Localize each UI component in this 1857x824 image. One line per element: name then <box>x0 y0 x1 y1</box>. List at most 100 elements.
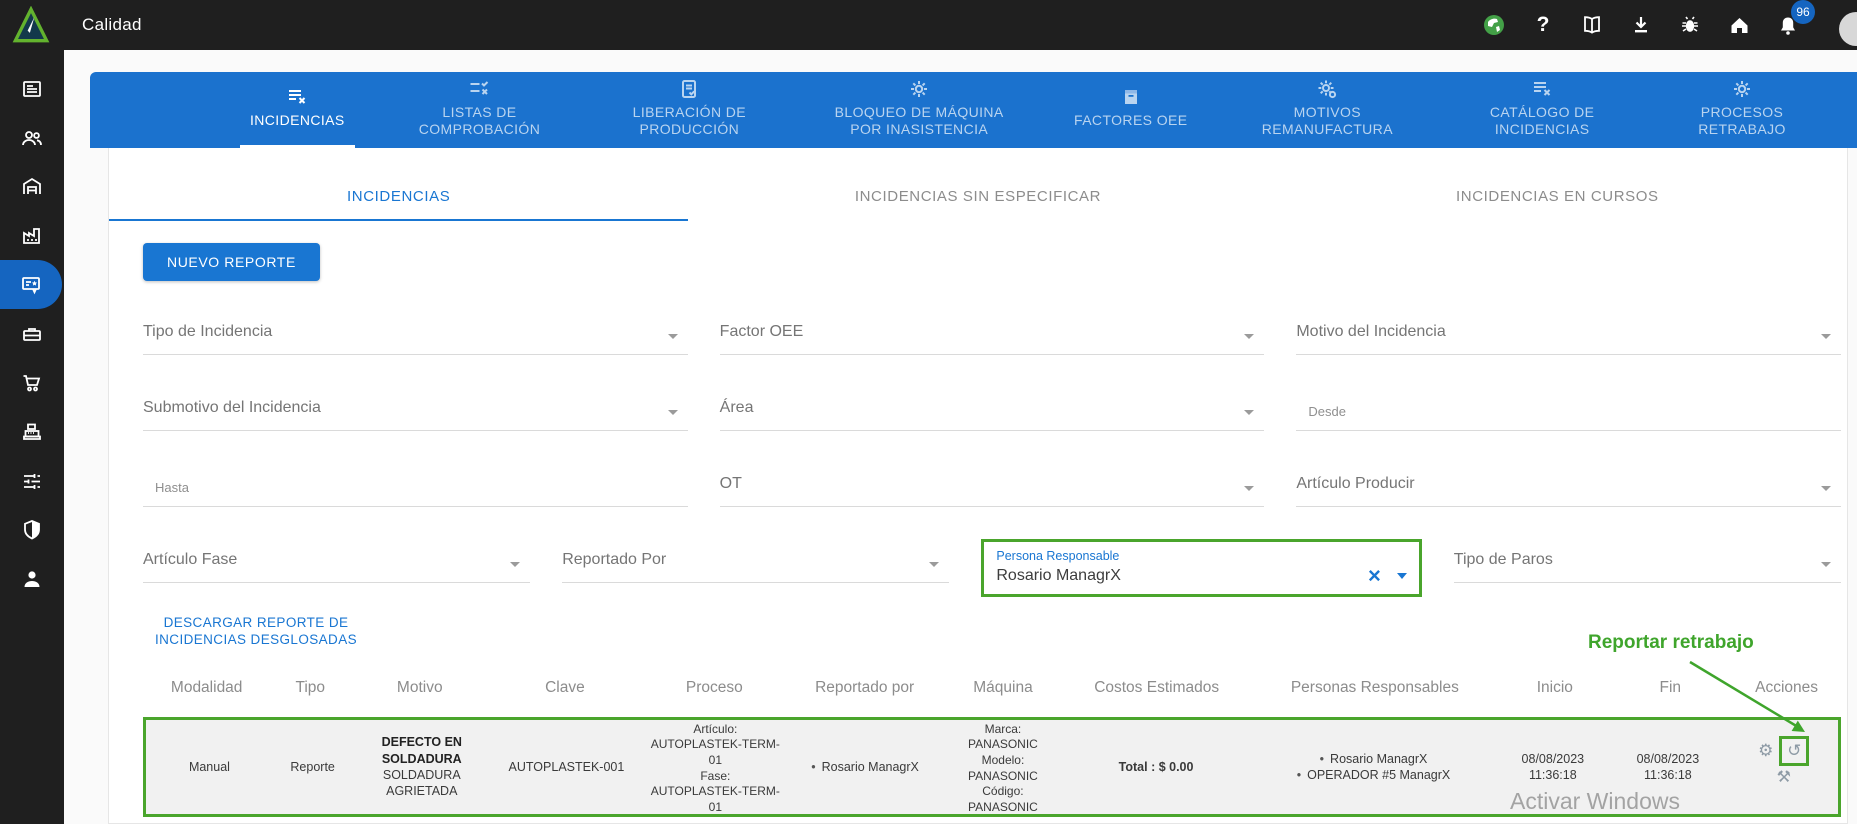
incidencias-table: Modalidad Tipo Motivo Clave Proceso Repo… <box>143 673 1841 817</box>
help-icon[interactable]: ? <box>1532 13 1554 36</box>
chevron-down-icon <box>667 410 678 415</box>
cell-costos-estimados: Total : $ 0.00 <box>1118 759 1194 774</box>
sidebar-item-settings[interactable] <box>0 456 64 505</box>
playlist-remove-icon <box>1534 81 1551 96</box>
sidebar-item-news[interactable] <box>0 64 64 113</box>
cell-maquina: Marca: PANASONIC Modelo: PANASONIC Códig… <box>968 721 1038 814</box>
person-icon <box>24 570 40 587</box>
tools-icon[interactable]: ⚒ <box>1777 768 1791 789</box>
report-rework-highlight-box: ↺ <box>1779 736 1810 767</box>
tab-incidencias[interactable]: INCIDENCIAS <box>240 72 355 148</box>
tipo-de-incidencia-select[interactable]: Tipo de Incidencia <box>143 309 688 355</box>
home-icon[interactable] <box>1728 14 1750 36</box>
app-logo-icon <box>12 6 50 43</box>
subtab-incidencias-sin-especificar[interactable]: INCIDENCIAS SIN ESPECIFICAR <box>688 148 1267 221</box>
reportado-por-select[interactable]: Reportado Por <box>562 537 950 583</box>
submotivo-del-incidencia-select[interactable]: Submotivo del Incidencia <box>143 385 688 431</box>
download-icon[interactable] <box>1630 14 1652 36</box>
warehouse-icon <box>23 177 41 194</box>
sidebar-item-toolbox[interactable] <box>0 309 64 358</box>
cell-motivo: DEFECTO EN SOLDADURA SOLDADURA AGRIETADA <box>381 735 462 799</box>
articulo-producir-select[interactable]: Artículo Producir <box>1296 461 1842 507</box>
chevron-down-icon <box>1820 562 1831 567</box>
sidebar-item-cash-register[interactable] <box>0 407 64 456</box>
chevron-down-icon <box>1244 486 1255 491</box>
cell-modalidad: Manual <box>188 759 230 774</box>
subtab-incidencias[interactable]: INCIDENCIAS <box>109 148 689 221</box>
tab-catalogo-de-incidencias[interactable]: CATÁLOGO DE INCIDENCIAS <box>1457 72 1627 148</box>
area-select[interactable]: Área <box>719 385 1265 431</box>
chevron-down-icon <box>929 562 940 567</box>
tab-factores-oee[interactable]: FACTORES OEE <box>1064 72 1197 148</box>
tab-listas-de-comprobacion[interactable]: LISTAS DE COMPROBACIÓN <box>394 72 564 148</box>
hasta-date-input[interactable]: Hasta <box>143 461 688 507</box>
articulo-fase-select[interactable]: Artículo Fase <box>143 537 531 583</box>
sync-icon[interactable]: ⚙ <box>1758 740 1773 762</box>
sidebar-item-security[interactable] <box>0 505 64 554</box>
history-icon[interactable]: ↺ <box>1787 740 1801 762</box>
filters-section: NUEVO REPORTE Tipo de Incidencia Factor … <box>109 221 1847 817</box>
bug-icon[interactable] <box>1679 14 1701 36</box>
module-tabs: INCIDENCIAS LISTAS DE COMPROBACIÓN LIBER… <box>90 72 1857 148</box>
people-icon <box>22 130 42 145</box>
gear-sync-icon <box>1318 80 1337 98</box>
cell-proceso: Artículo: AUTOPLASTEK-TERM-01 Fase: AUTO… <box>650 721 780 814</box>
cell-fin: 08/08/2023 11:36:18 <box>1636 751 1700 782</box>
sidebar-item-quality[interactable] <box>0 260 62 309</box>
chevron-down-icon <box>1244 334 1255 339</box>
sidebar-item-people[interactable] <box>0 113 64 162</box>
cell-personas-responsables: Rosario ManagrX OPERADOR #5 ManagrX <box>1247 720 1499 814</box>
ot-select[interactable]: OT <box>719 461 1265 507</box>
chevron-down-icon <box>667 334 678 339</box>
new-report-button[interactable]: NUEVO REPORTE <box>143 243 320 281</box>
quality-certificate-icon <box>22 276 40 294</box>
page-title: Calidad <box>82 15 142 34</box>
factor-oee-select[interactable]: Factor OEE <box>719 309 1265 355</box>
desde-date-input[interactable]: Desde <box>1296 385 1842 431</box>
sidebar-item-warehouse[interactable] <box>0 162 64 211</box>
cell-tipo: Reporte <box>290 759 335 774</box>
clear-icon[interactable]: × <box>1368 565 1381 587</box>
sidebar <box>0 50 64 824</box>
chevron-down-icon <box>1821 486 1832 491</box>
cart-icon <box>23 374 41 391</box>
tab-bloqueo-de-maquina[interactable]: BLOQUEO DE MÁQUINA POR INASISTENCIA <box>814 72 1024 148</box>
cell-acciones: ⚙ ↺ ⚒ <box>1730 720 1838 814</box>
tipo-de-paros-select[interactable]: Tipo de Paros <box>1453 537 1841 583</box>
toolbox-icon <box>23 327 41 341</box>
newspaper-icon <box>23 80 41 97</box>
sidebar-item-factory[interactable] <box>0 211 64 260</box>
motivo-del-incidencia-select[interactable]: Motivo del Incidencia <box>1296 309 1842 355</box>
reportar-retrabajo-annotation: Reportar retrabajo <box>1588 632 1754 653</box>
bell-icon[interactable]: 96 <box>1777 0 1815 36</box>
main-area: INCIDENCIAS LISTAS DE COMPROBACIÓN LIBER… <box>64 50 1857 824</box>
chevron-down-icon <box>510 562 521 567</box>
shield-icon <box>24 519 40 539</box>
subtab-incidencias-en-cursos[interactable]: INCIDENCIAS EN CURSOS <box>1268 148 1847 221</box>
book-icon[interactable] <box>1581 14 1603 36</box>
factory-icon <box>23 227 40 244</box>
checklist-icon <box>470 80 489 95</box>
chevron-down-icon <box>1244 410 1255 415</box>
topbar-actions: ? 96 <box>1483 0 1857 36</box>
sub-tabs: INCIDENCIAS INCIDENCIAS SIN ESPECIFICAR … <box>109 148 1847 221</box>
chevron-down-icon[interactable] <box>1396 573 1407 579</box>
tab-motivos-remanufactura[interactable]: MOTIVOS REMANUFACTURA <box>1237 72 1417 148</box>
content-card: INCIDENCIAS INCIDENCIAS SIN ESPECIFICAR … <box>108 148 1848 824</box>
cell-clave: AUTOPLASTEK-001 <box>508 759 625 774</box>
persona-responsable-select[interactable]: Persona Responsable Rosario ManagrX × <box>981 539 1422 597</box>
sidebar-item-profile[interactable] <box>0 554 64 603</box>
cash-register-icon <box>23 423 41 440</box>
download-report-link[interactable]: DESCARGAR REPORTE DE INCIDENCIAS DESGLOS… <box>155 615 357 649</box>
gear-icon <box>1734 80 1751 97</box>
tab-procesos-retrabajo[interactable]: PROCESOS RETRABAJO <box>1667 72 1817 148</box>
chevron-down-icon <box>1821 334 1832 339</box>
playlist-remove-icon <box>289 90 306 104</box>
tab-liberacion-de-produccion[interactable]: LIBERACIÓN DE PRODUCCIÓN <box>604 72 774 148</box>
topbar: Calidad ? 96 <box>0 0 1857 50</box>
table-row: Manual Reporte DEFECTO EN SOLDADURA SOLD… <box>143 716 1841 817</box>
notification-badge: 96 <box>1791 0 1815 24</box>
sidebar-item-cart[interactable] <box>0 358 64 407</box>
cell-reportado-por: Rosario ManagrX <box>789 720 941 814</box>
globe-icon[interactable] <box>1483 14 1505 36</box>
